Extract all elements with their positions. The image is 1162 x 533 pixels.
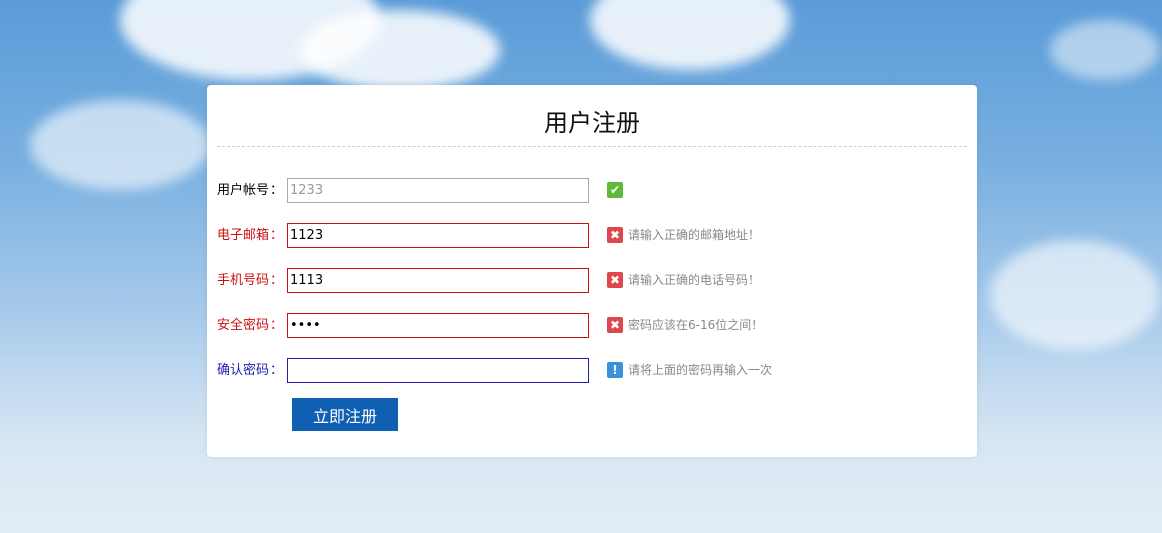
confirm-password-row: 确认密码： ! 请将上面的密码再输入一次 <box>217 358 957 383</box>
register-button[interactable]: 立即注册 <box>292 398 398 431</box>
cloud-decoration <box>1050 20 1160 80</box>
exclamation-icon: ! <box>607 362 623 378</box>
check-icon: ✔ <box>607 182 623 198</box>
username-label: 用户帐号： <box>217 183 284 198</box>
page-title: 用户注册 <box>544 109 640 137</box>
phone-status: ✖ 请输入正确的电话号码！ <box>607 272 760 289</box>
cloud-decoration <box>300 10 500 90</box>
close-icon: ✖ <box>607 317 623 333</box>
confirm-password-label: 确认密码： <box>217 363 284 378</box>
password-input[interactable] <box>287 313 589 338</box>
close-icon: ✖ <box>607 227 623 243</box>
username-status: ✔ <box>607 182 628 199</box>
cloud-decoration <box>990 240 1160 350</box>
password-row: 安全密码： ✖ 密码应该在6-16位之间！ <box>217 313 957 338</box>
phone-label: 手机号码： <box>217 273 284 288</box>
confirm-password-status: ! 请将上面的密码再输入一次 <box>607 362 772 379</box>
close-icon: ✖ <box>607 272 623 288</box>
phone-error-message: 请输入正确的电话号码！ <box>628 273 761 287</box>
confirm-password-hint: 请将上面的密码再输入一次 <box>628 363 773 377</box>
register-card: 用户注册 用户帐号： ✔ 电子邮箱： ✖ 请输入正确的邮箱地址！ 手机号码： ✖ 请… <box>207 85 977 457</box>
cloud-decoration <box>590 0 790 70</box>
phone-input[interactable] <box>287 268 589 293</box>
email-row: 电子邮箱： ✖ 请输入正确的邮箱地址！ <box>217 223 957 248</box>
cloud-decoration <box>30 100 210 190</box>
password-error-message: 密码应该在6-16位之间！ <box>628 318 764 332</box>
email-label: 电子邮箱： <box>217 228 284 243</box>
confirm-password-input[interactable] <box>287 358 589 383</box>
title-divider <box>217 146 967 147</box>
username-row: 用户帐号： ✔ <box>217 178 957 203</box>
email-error-message: 请输入正确的邮箱地址！ <box>628 228 761 242</box>
username-input[interactable] <box>287 178 589 203</box>
password-status: ✖ 密码应该在6-16位之间！ <box>607 317 763 334</box>
email-status: ✖ 请输入正确的邮箱地址！ <box>607 227 760 244</box>
phone-row: 手机号码： ✖ 请输入正确的电话号码！ <box>217 268 957 293</box>
email-input[interactable] <box>287 223 589 248</box>
password-label: 安全密码： <box>217 318 284 333</box>
